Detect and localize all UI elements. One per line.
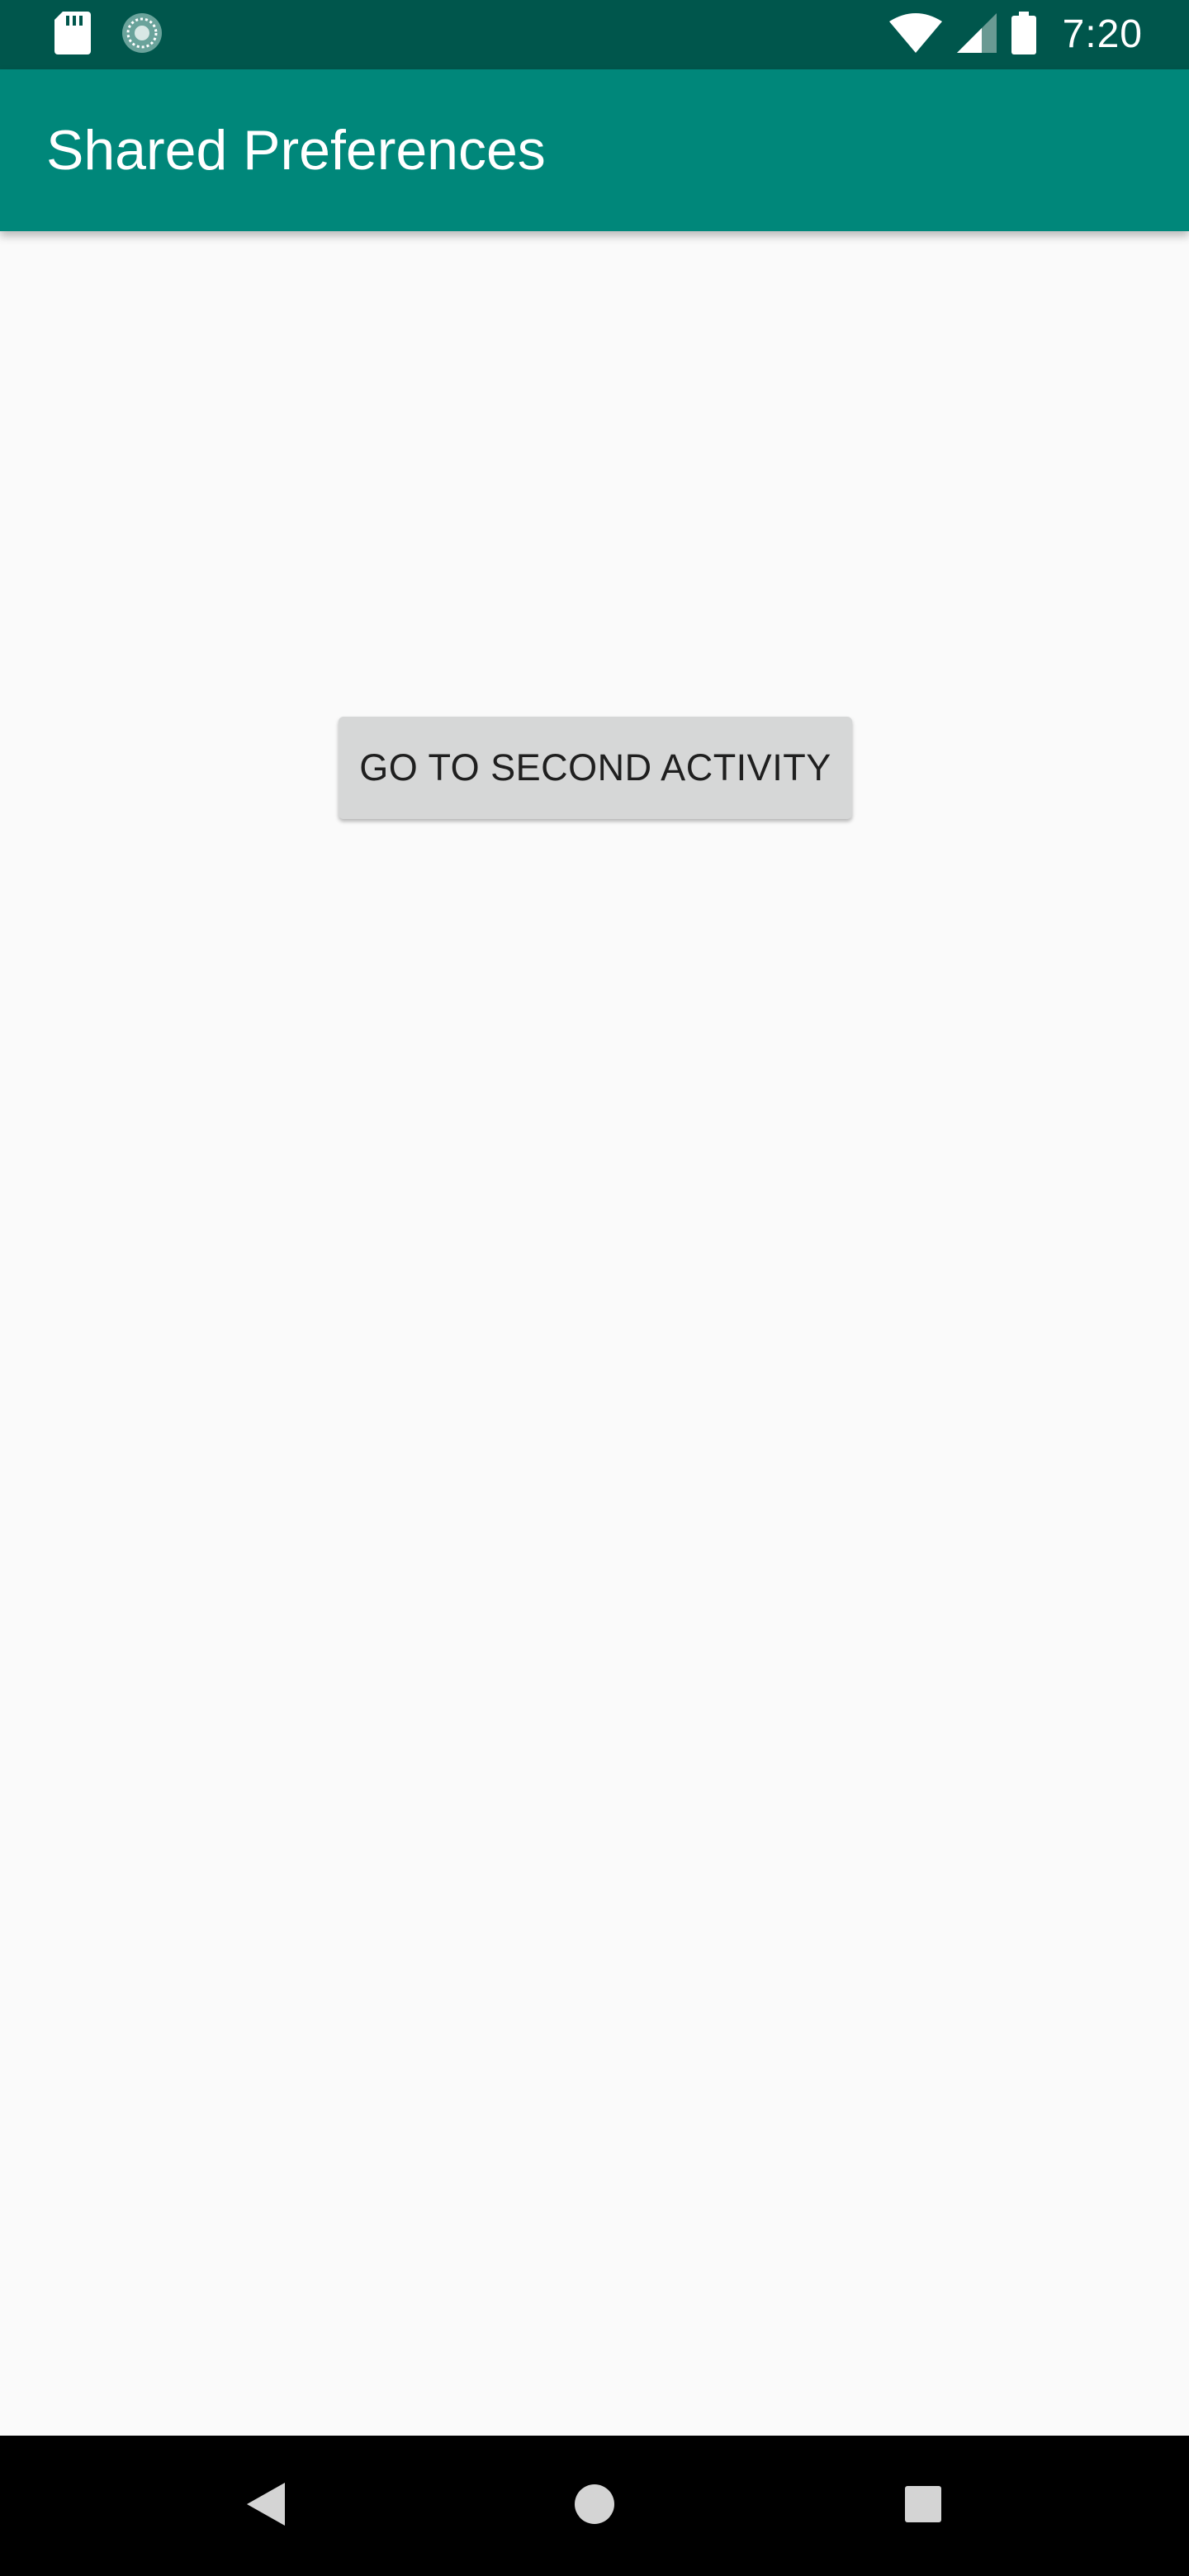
battery-icon — [1011, 11, 1036, 59]
sync-icon — [121, 12, 163, 59]
app-title: Shared Preferences — [46, 119, 546, 182]
status-clock: 7:20 — [1062, 12, 1143, 56]
back-button[interactable] — [183, 2436, 348, 2576]
back-icon — [247, 2482, 285, 2530]
wifi-icon — [888, 12, 942, 57]
status-right-icons: 7:20 — [888, 10, 1143, 59]
home-icon — [574, 2484, 615, 2529]
go-to-second-activity-button[interactable]: GO TO SECOND ACTIVITY — [339, 717, 852, 819]
status-left-icons — [54, 12, 163, 59]
app-bar: Shared Preferences — [0, 69, 1189, 231]
recents-button[interactable] — [841, 2436, 1006, 2576]
cell-signal-icon — [956, 12, 997, 57]
sd-card-icon — [54, 12, 91, 59]
home-button[interactable] — [512, 2436, 677, 2576]
recents-icon — [905, 2485, 941, 2526]
status-bar: 7:20 — [0, 0, 1189, 69]
navigation-bar — [0, 2436, 1189, 2576]
screen: 7:20 Shared Preferences GO TO SECOND ACT… — [0, 0, 1189, 2576]
main-content: GO TO SECOND ACTIVITY — [0, 231, 1189, 2436]
